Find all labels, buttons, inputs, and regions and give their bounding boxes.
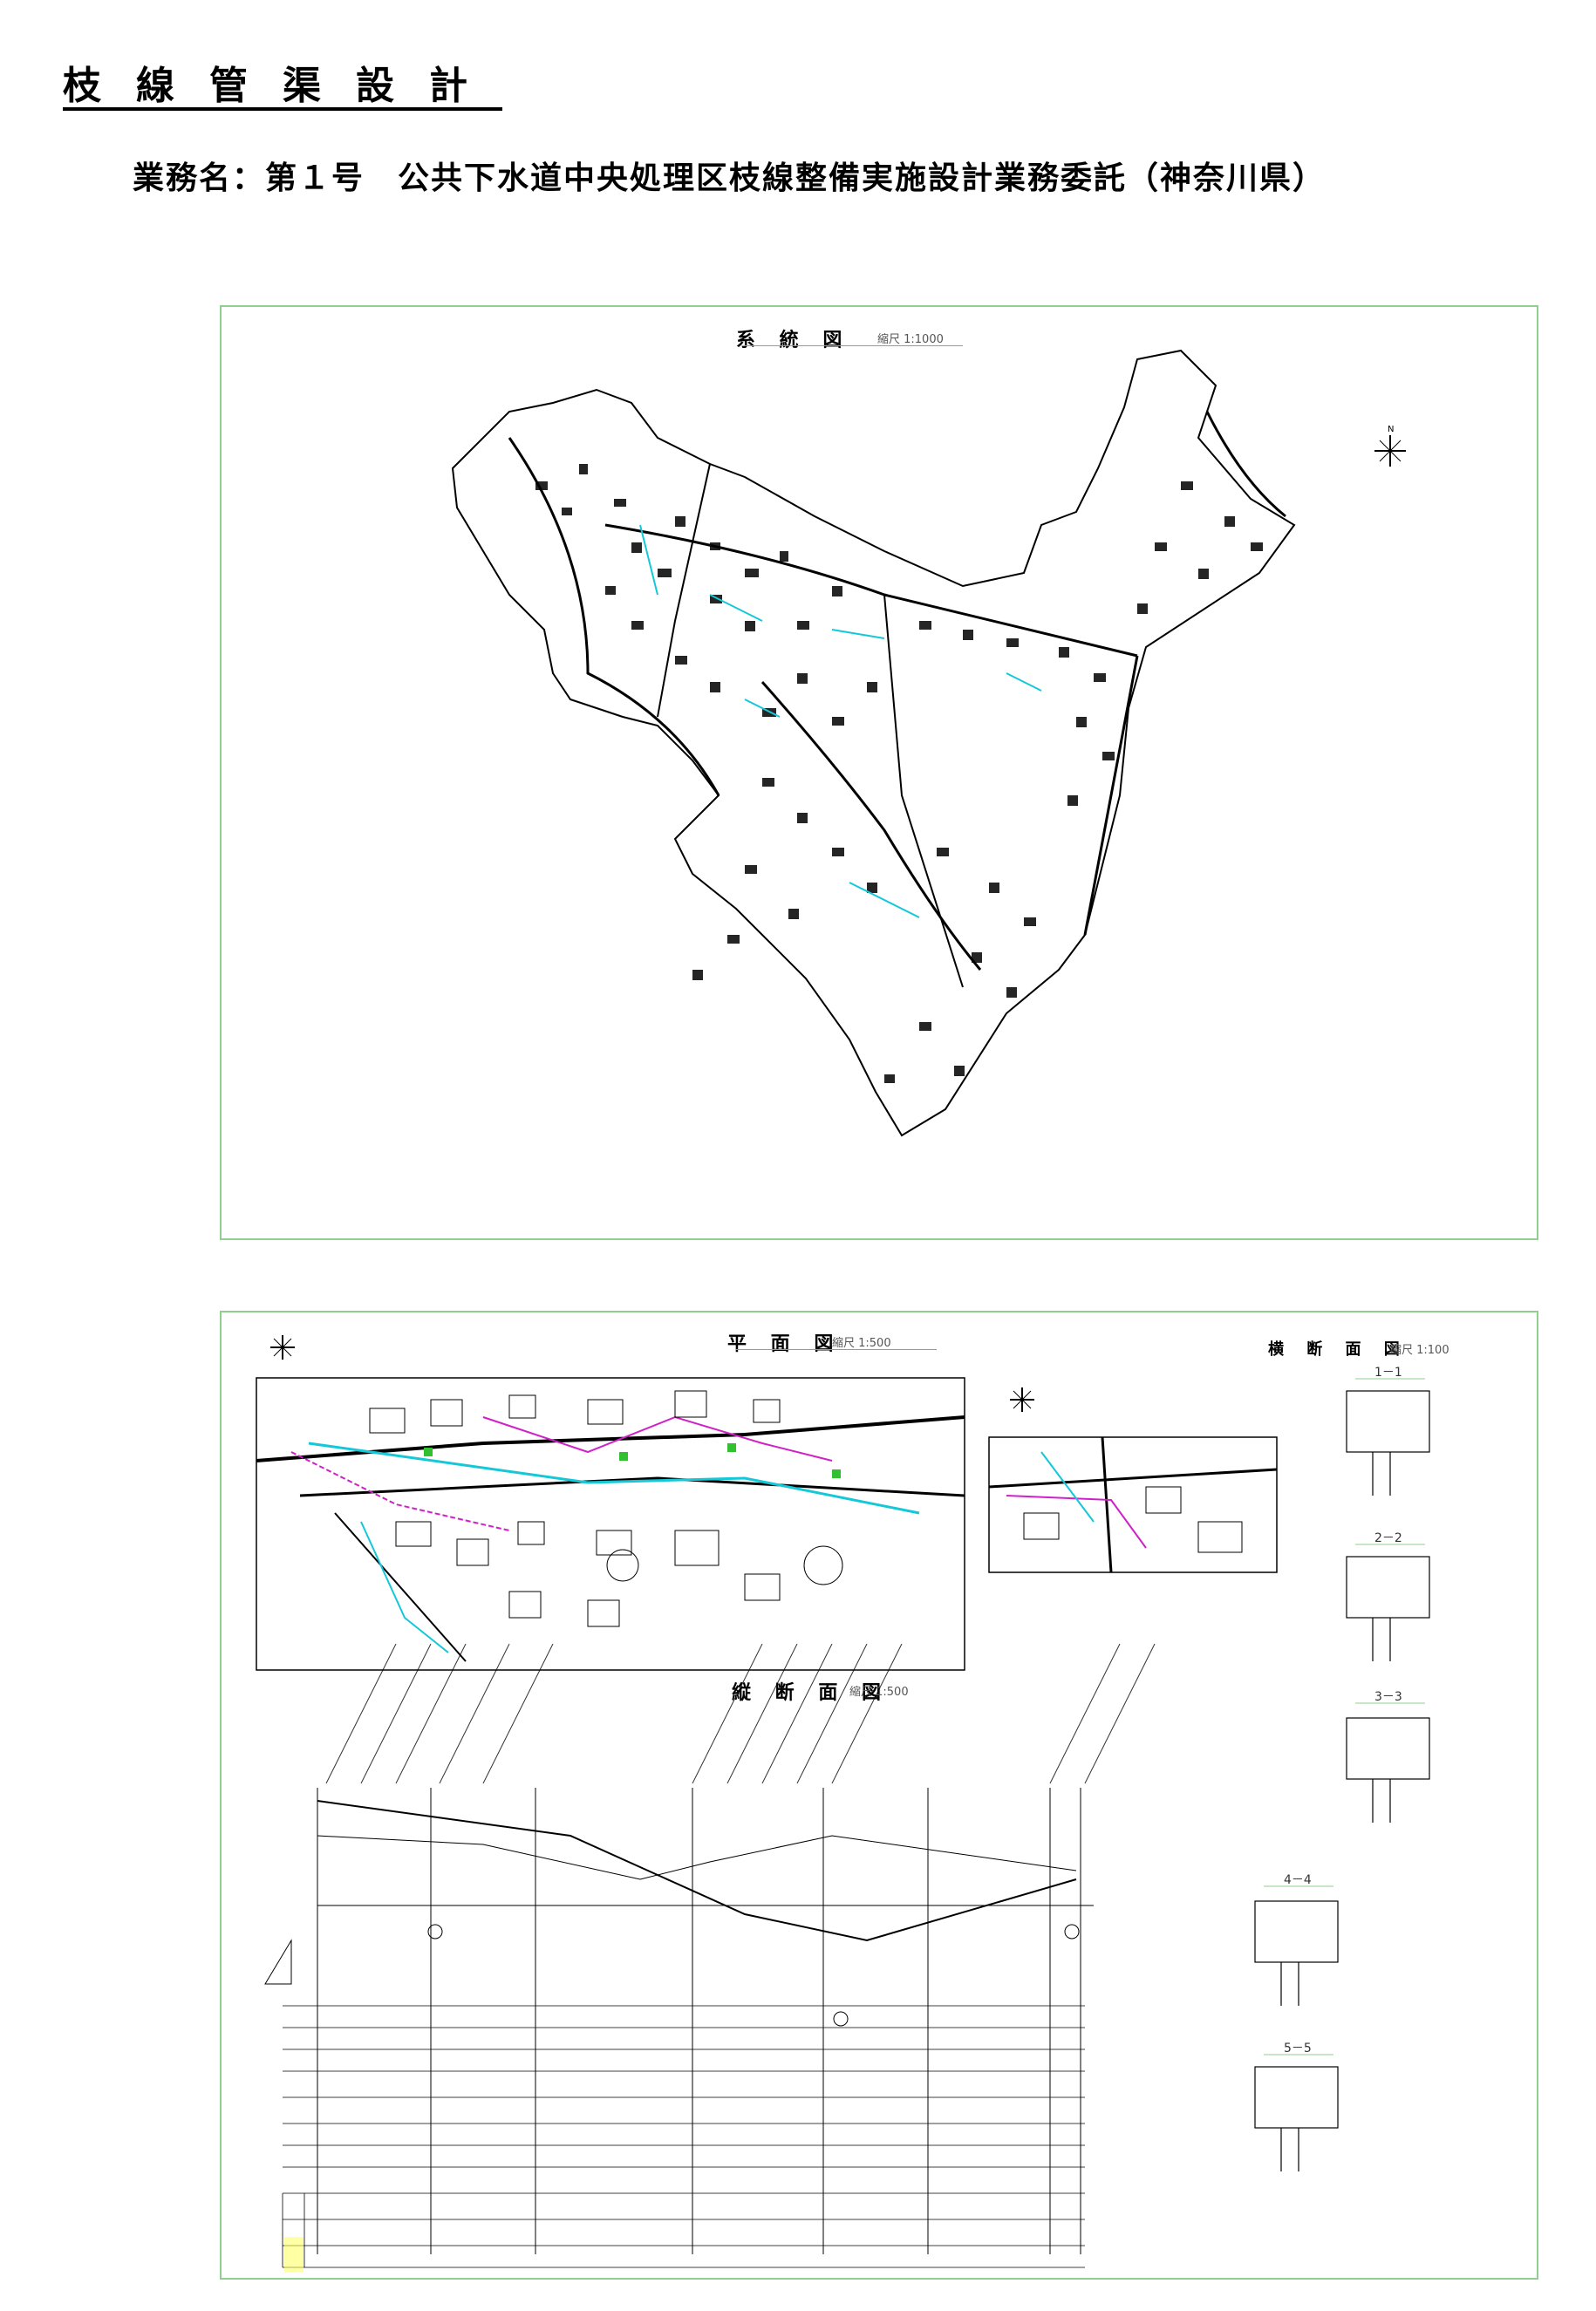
north-arrow-icon [270,1335,295,1360]
system-diagram-drawing: N [451,349,1406,1137]
svg-text:N: N [1388,425,1394,434]
north-arrow-icon: N [1374,425,1406,467]
system-diagram-sheet: 系 統 図 縮尺 1:1000 N [220,305,1538,1240]
design-drawing [256,1335,1430,2272]
page-title: 枝線管渠設計 [63,64,502,108]
north-arrow-icon [1010,1387,1034,1412]
project-name: 業務名：第１号 公共下水道中央処理区枝線整備実施設計業務委託（神奈川県） [133,160,1327,196]
design-drawing-sheet: 平 面 図 縮尺 1:500 横 断 面 図 縮尺 1:100 縦 断 面 図 … [220,1311,1538,2280]
